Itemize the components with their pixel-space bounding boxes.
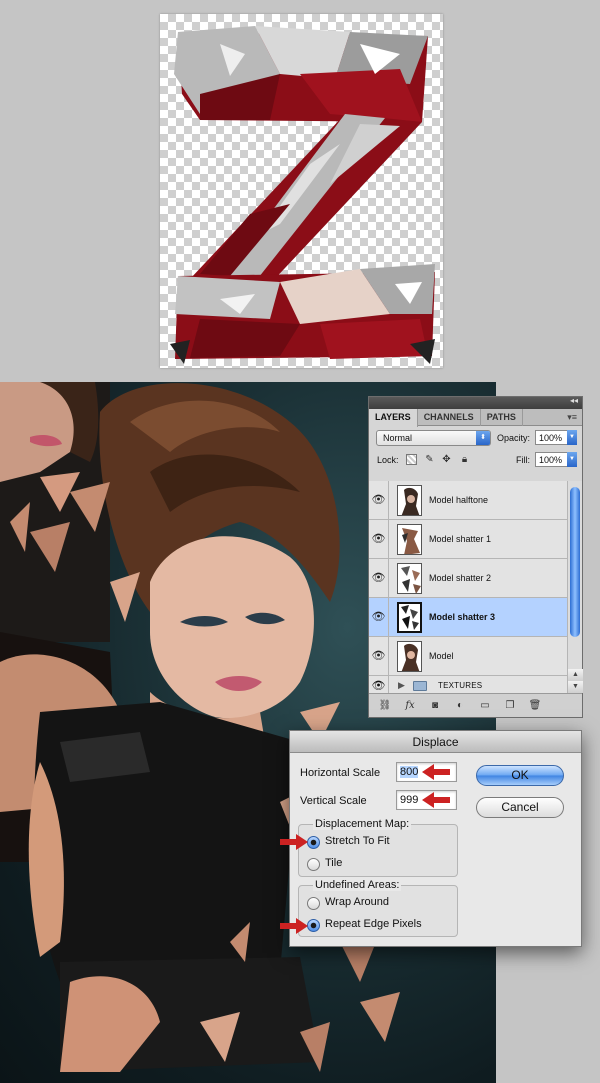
layer-name: Model — [429, 651, 454, 661]
red-arrow-icon — [422, 764, 450, 780]
undefined-areas-label: Undefined Areas: — [313, 879, 402, 891]
vertical-scale-label: Vertical Scale — [300, 795, 367, 807]
repeat-edge-pixels-label: Repeat Edge Pixels — [325, 918, 422, 930]
wrap-around-label: Wrap Around — [325, 896, 390, 908]
eye-icon[interactable]: 👁︎ — [369, 598, 389, 636]
layer-name: Model shatter 1 — [429, 534, 492, 544]
layer-name: Model shatter 3 — [429, 612, 496, 622]
layers-panel: ◂◂ LAYERS CHANNELS PATHS ▾≡ Normal ⬍ Opa… — [368, 396, 583, 718]
panel-titlebar[interactable]: ◂◂ — [369, 396, 582, 409]
layers-list: 👁︎ Model halftone 👁︎ Model shatter 1 👁︎ … — [369, 481, 567, 693]
tile-radio[interactable] — [307, 858, 320, 871]
wrap-around-radio[interactable] — [307, 897, 320, 910]
blend-row: Normal ⬍ Opacity: 100% ▼ — [369, 426, 582, 450]
tab-layers[interactable]: LAYERS — [369, 409, 418, 427]
expand-triangle-icon[interactable]: ▶ — [398, 680, 405, 691]
displacement-map-label: Displacement Map: — [313, 818, 412, 830]
lock-label: Lock: — [377, 455, 399, 465]
collapse-icon[interactable]: ◂◂ — [570, 396, 578, 405]
layer-row-selected[interactable]: 👁︎ Model shatter 3 — [369, 598, 567, 637]
chevron-down-icon[interactable]: ▼ — [567, 430, 577, 445]
opacity-label: Opacity: — [497, 433, 531, 443]
layer-thumbnail — [397, 563, 422, 594]
layers-panel-footer: ⛓ fx ◙ ◐ ▭ ❐ 🗑︎ — [369, 693, 582, 717]
shattered-z-artwork — [170, 26, 435, 364]
layer-name: Model halftone — [429, 495, 489, 505]
stretch-to-fit-radio[interactable] — [307, 836, 320, 849]
adjustment-icon[interactable]: ◐ — [452, 699, 468, 713]
scrollbar-thumb[interactable] — [570, 487, 580, 637]
scroll-down-icon[interactable]: ▼ — [568, 681, 583, 693]
tab-channels[interactable]: CHANNELS — [418, 409, 481, 426]
panel-tabs: LAYERS CHANNELS PATHS ▾≡ — [369, 409, 582, 427]
mask-icon[interactable]: ◙ — [427, 699, 443, 713]
new-layer-icon[interactable]: ❐ — [502, 699, 518, 713]
eye-icon[interactable]: 👁︎ — [369, 637, 389, 675]
blend-mode-value: Normal — [383, 433, 413, 443]
layers-scrollbar[interactable]: ▲ ▼ — [567, 481, 583, 693]
lock-brush-icon[interactable]: ✎ — [424, 454, 435, 465]
fill-field[interactable]: 100% ▼ — [535, 452, 577, 467]
opacity-field[interactable]: 100% ▼ — [535, 430, 577, 445]
horizontal-scale-label: Horizontal Scale — [300, 767, 381, 779]
lock-row: Lock: ✎ ✥ 🔒︎ Fill: 100% ▼ — [369, 450, 582, 472]
trash-icon[interactable]: 🗑︎ — [527, 699, 543, 713]
opacity-value: 100% — [539, 433, 563, 443]
lock-move-icon[interactable]: ✥ — [441, 454, 452, 465]
scroll-up-icon[interactable]: ▲ — [568, 669, 583, 681]
lock-transparency-icon[interactable] — [406, 454, 417, 465]
layer-thumbnail — [397, 485, 422, 516]
folder-icon — [413, 681, 427, 691]
chevron-updown-icon: ⬍ — [476, 431, 490, 445]
red-arrow-icon — [280, 918, 308, 934]
tab-paths[interactable]: PATHS — [481, 409, 523, 426]
fill-value: 100% — [539, 455, 563, 465]
layer-row[interactable]: 👁︎ Model — [369, 637, 567, 676]
horizontal-scale-value: 800 — [400, 766, 419, 778]
eye-icon[interactable]: 👁︎ — [369, 559, 389, 597]
group-row-textures[interactable]: 👁︎ ▶ TEXTURES — [369, 676, 567, 693]
group-icon[interactable]: ▭ — [477, 699, 493, 713]
panel-menu-icon[interactable]: ▾≡ — [567, 412, 577, 423]
layer-name: Model shatter 2 — [429, 573, 492, 583]
eye-icon[interactable]: 👁︎ — [369, 520, 389, 558]
chevron-down-icon[interactable]: ▼ — [567, 452, 577, 467]
fill-label: Fill: — [516, 455, 530, 465]
dialog-title: Displace — [290, 731, 581, 753]
blend-mode-select[interactable]: Normal ⬍ — [376, 430, 491, 446]
displacement-map-group: Displacement Map: Stretch To Fit Tile — [298, 818, 458, 877]
fx-icon[interactable]: fx — [402, 699, 418, 713]
eye-icon[interactable]: 👁︎ — [369, 676, 389, 693]
ok-button[interactable]: OK — [476, 765, 564, 786]
layer-thumbnail — [397, 641, 422, 672]
layer-thumbnail — [397, 602, 422, 633]
cancel-button[interactable]: Cancel — [476, 797, 564, 818]
repeat-edge-pixels-radio[interactable] — [307, 919, 320, 932]
group-name: TEXTURES — [438, 681, 483, 690]
lock-all-icon[interactable]: 🔒︎ — [459, 454, 470, 465]
undefined-areas-group: Undefined Areas: Wrap Around Repeat Edge… — [298, 879, 458, 937]
tile-label: Tile — [325, 857, 343, 869]
red-arrow-icon — [422, 792, 450, 808]
layer-thumbnail — [397, 524, 422, 555]
displace-dialog: Displace Horizontal Scale 800 Vertical S… — [280, 730, 582, 947]
eye-icon[interactable]: 👁︎ — [369, 481, 389, 519]
transparent-canvas-preview — [160, 14, 443, 368]
vertical-scale-value: 999 — [400, 794, 419, 806]
layer-row[interactable]: 👁︎ Model shatter 1 — [369, 520, 567, 559]
stretch-to-fit-label: Stretch To Fit — [325, 835, 390, 847]
layer-row[interactable]: 👁︎ Model shatter 2 — [369, 559, 567, 598]
link-icon[interactable]: ⛓ — [377, 699, 393, 713]
red-arrow-icon — [280, 834, 308, 850]
layer-row[interactable]: 👁︎ Model halftone — [369, 481, 567, 520]
